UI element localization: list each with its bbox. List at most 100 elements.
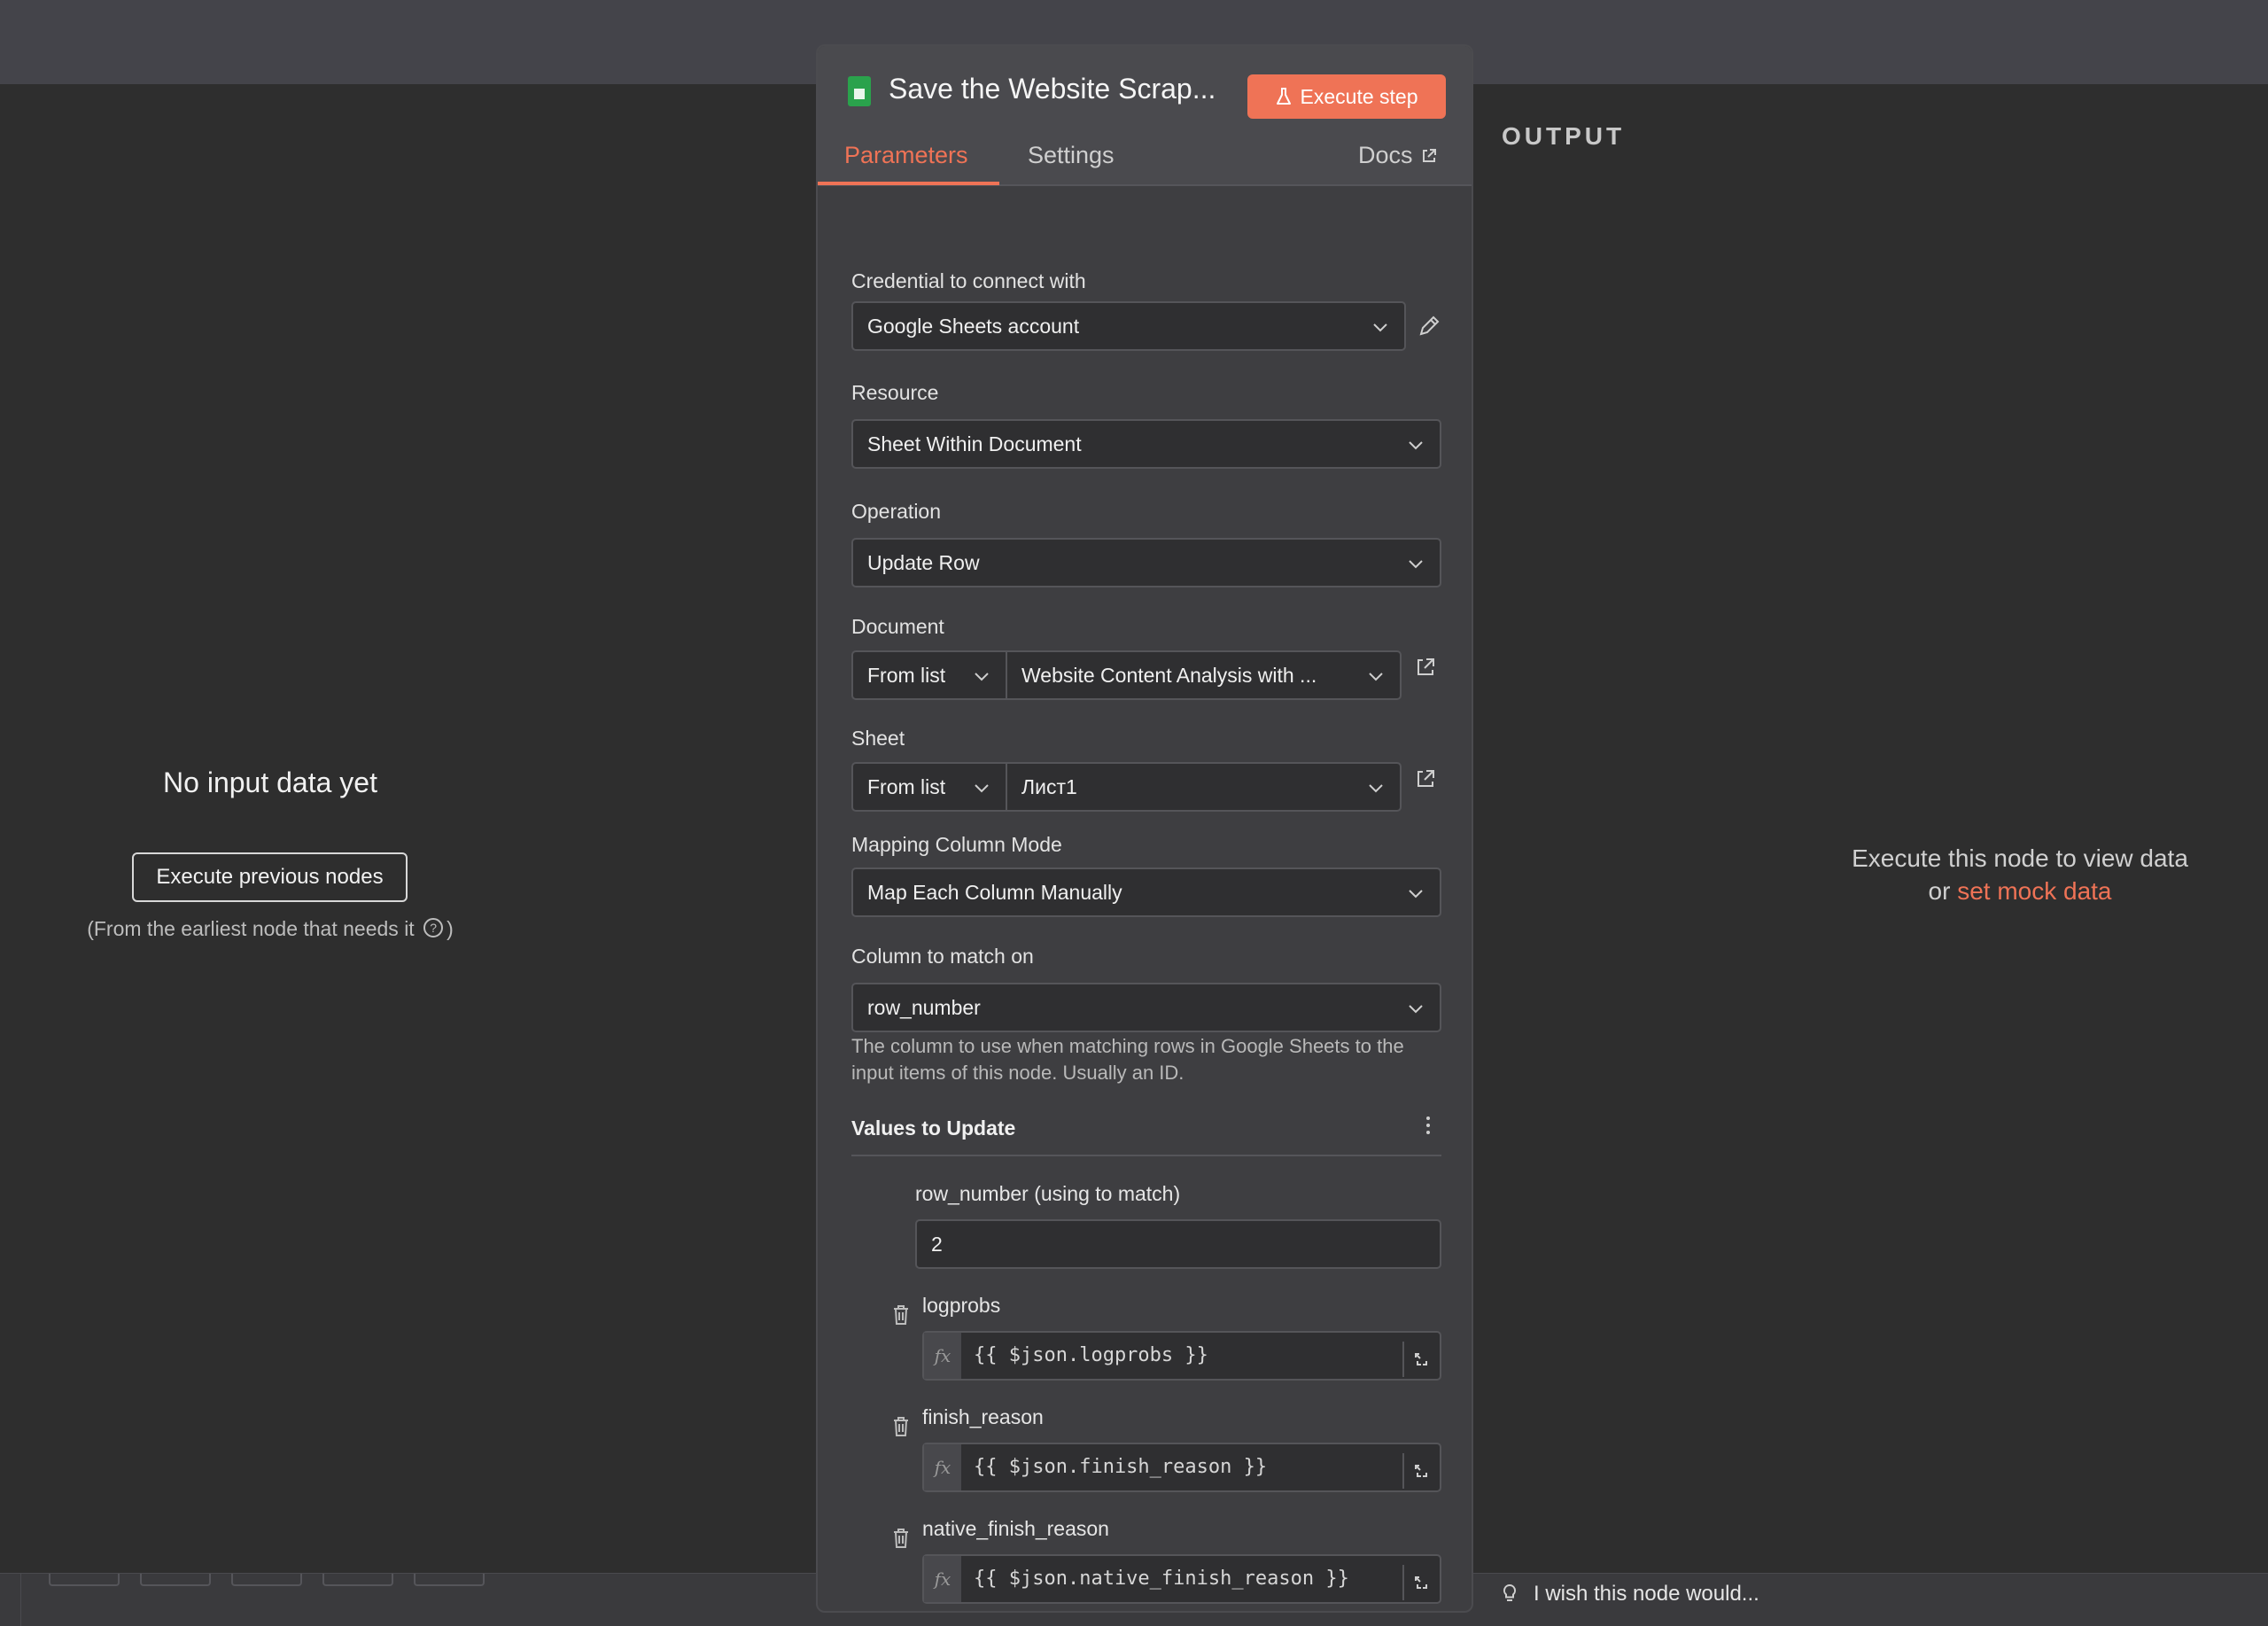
field-label-native-finish-reason: native_finish_reason bbox=[922, 1517, 1109, 1540]
row-number-value: 2 bbox=[931, 1232, 943, 1256]
tab-parameters[interactable]: Parameters bbox=[844, 142, 968, 169]
chevron-down-icon bbox=[1409, 1005, 1423, 1014]
sheet-label: Sheet bbox=[851, 727, 905, 750]
toolbar-stub bbox=[49, 1574, 120, 1586]
tab-settings[interactable]: Settings bbox=[1028, 142, 1115, 169]
output-label: OUTPUT bbox=[1502, 122, 1626, 150]
document-label: Document bbox=[851, 615, 944, 638]
trash-icon[interactable] bbox=[892, 1416, 910, 1437]
mapping-mode-select[interactable]: Map Each Column Manually bbox=[851, 867, 1441, 917]
toolbar-stub bbox=[231, 1574, 302, 1586]
open-expression-editor-button[interactable] bbox=[1402, 1342, 1438, 1377]
expression-text: {{ $json.logprobs }} bbox=[974, 1344, 1208, 1366]
section-divider bbox=[851, 1155, 1441, 1156]
resource-select[interactable]: Sheet Within Document bbox=[851, 419, 1441, 469]
expression-text: {{ $json.finish_reason }} bbox=[974, 1456, 1268, 1478]
expression-input-finish-reason[interactable]: fx {{ $json.finish_reason }} bbox=[922, 1443, 1441, 1492]
sheet-mode-value: From list bbox=[867, 774, 946, 798]
output-empty-message: Execute this node to view data or set mo… bbox=[1798, 842, 2241, 907]
feedback-text: I wish this node would... bbox=[1534, 1582, 1759, 1606]
earliest-node-hint: (From the earliest node that needs it ?) bbox=[0, 917, 540, 941]
open-expression-editor-button[interactable] bbox=[1402, 1565, 1438, 1600]
help-icon[interactable]: ? bbox=[423, 918, 444, 937]
values-to-update-title: Values to Update bbox=[851, 1116, 1016, 1140]
output-empty-line: Execute this node to view data bbox=[1852, 844, 2188, 872]
earliest-node-hint-close: ) bbox=[447, 917, 454, 940]
operation-label: Operation bbox=[851, 500, 942, 523]
google-sheets-icon bbox=[848, 76, 871, 106]
operation-value: Update Row bbox=[867, 550, 980, 574]
output-empty-line-2: or set mock data bbox=[1798, 875, 2241, 907]
field-label-finish-reason: finish_reason bbox=[922, 1405, 1044, 1428]
external-link-icon bbox=[1422, 148, 1436, 162]
sheet-select[interactable]: Лист1 bbox=[1006, 762, 1402, 812]
operation-select[interactable]: Update Row bbox=[851, 538, 1441, 587]
fx-icon: fx bbox=[924, 1333, 961, 1379]
expression-text: {{ $json.native_finish_reason }} bbox=[974, 1568, 1349, 1590]
expand-icon bbox=[1415, 1353, 1427, 1365]
document-select[interactable]: Website Content Analysis with ... bbox=[1006, 650, 1402, 700]
set-mock-data-link[interactable]: set mock data bbox=[1957, 877, 2111, 905]
expand-icon bbox=[1415, 1465, 1427, 1477]
trash-icon[interactable] bbox=[892, 1528, 910, 1549]
more-options-icon[interactable] bbox=[1425, 1115, 1432, 1136]
left-rail bbox=[0, 1573, 21, 1626]
execute-previous-nodes-button[interactable]: Execute previous nodes bbox=[132, 852, 408, 902]
chevron-down-icon bbox=[1409, 890, 1423, 899]
toolbar-stub bbox=[140, 1574, 211, 1586]
document-value: Website Content Analysis with ... bbox=[1021, 663, 1317, 687]
external-link-icon[interactable] bbox=[1414, 656, 1437, 679]
row-number-label: row_number (using to match) bbox=[915, 1182, 1181, 1205]
node-title[interactable]: Save the Website Scrap... bbox=[889, 73, 1216, 105]
fx-icon: fx bbox=[924, 1556, 961, 1602]
toolbar-stub bbox=[322, 1574, 393, 1586]
credential-label: Credential to connect with bbox=[851, 269, 1086, 292]
chevron-down-icon bbox=[1409, 441, 1423, 450]
expand-icon bbox=[1415, 1576, 1427, 1589]
earliest-node-hint-text: (From the earliest node that needs it bbox=[87, 917, 415, 940]
trash-icon[interactable] bbox=[892, 1304, 910, 1326]
chevron-down-icon bbox=[1369, 673, 1383, 681]
expression-input-native-finish-reason[interactable]: fx {{ $json.native_finish_reason }} bbox=[922, 1554, 1441, 1604]
mapping-mode-value: Map Each Column Manually bbox=[867, 880, 1122, 904]
match-column-label: Column to match on bbox=[851, 945, 1034, 968]
output-or-text: or bbox=[1928, 877, 1951, 905]
execute-step-label: Execute step bbox=[1300, 84, 1418, 108]
external-link-icon[interactable] bbox=[1414, 767, 1437, 790]
open-expression-editor-button[interactable] bbox=[1402, 1453, 1438, 1489]
no-input-title: No input data yet bbox=[163, 766, 377, 798]
match-column-value: row_number bbox=[867, 995, 981, 1019]
resource-value: Sheet Within Document bbox=[867, 432, 1082, 455]
document-mode-value: From list bbox=[867, 663, 946, 687]
sheet-value: Лист1 bbox=[1021, 774, 1077, 798]
active-tab-indicator bbox=[818, 182, 999, 185]
credential-value: Google Sheets account bbox=[867, 314, 1080, 338]
flask-icon bbox=[1276, 88, 1291, 105]
toolbar-stub bbox=[414, 1574, 485, 1586]
credential-select[interactable]: Google Sheets account bbox=[851, 301, 1406, 351]
sheet-mode-select[interactable]: From list bbox=[851, 762, 1007, 812]
match-column-hint: The column to use when matching rows in … bbox=[851, 1035, 1404, 1084]
expression-input-logprobs[interactable]: fx {{ $json.logprobs }} bbox=[922, 1331, 1441, 1381]
input-pane: No input data yet Execute previous nodes… bbox=[0, 84, 815, 1573]
docs-label: Docs bbox=[1358, 142, 1413, 168]
chevron-down-icon bbox=[1369, 784, 1383, 793]
chevron-down-icon bbox=[975, 784, 989, 793]
chevron-down-icon bbox=[1409, 560, 1423, 569]
panel-header: Save the Website Scrap... Execute step P… bbox=[818, 46, 1472, 186]
chevron-down-icon bbox=[1373, 323, 1387, 332]
field-label-logprobs: logprobs bbox=[922, 1294, 1001, 1317]
pencil-icon[interactable] bbox=[1417, 314, 1441, 338]
feedback-prompt[interactable]: I wish this node would... bbox=[1502, 1582, 1759, 1607]
document-mode-select[interactable]: From list bbox=[851, 650, 1007, 700]
docs-link[interactable]: Docs bbox=[1358, 142, 1438, 169]
chevron-down-icon bbox=[975, 673, 989, 681]
execute-step-button[interactable]: Execute step bbox=[1247, 74, 1446, 119]
resource-label: Resource bbox=[851, 381, 939, 404]
match-column-select[interactable]: row_number bbox=[851, 983, 1441, 1032]
lightbulb-icon bbox=[1503, 1583, 1517, 1601]
node-panel: Save the Website Scrap... Execute step P… bbox=[816, 44, 1473, 1613]
row-number-input[interactable]: 2 bbox=[915, 1219, 1441, 1269]
mapping-mode-label: Mapping Column Mode bbox=[851, 833, 1062, 856]
fx-icon: fx bbox=[924, 1444, 961, 1490]
